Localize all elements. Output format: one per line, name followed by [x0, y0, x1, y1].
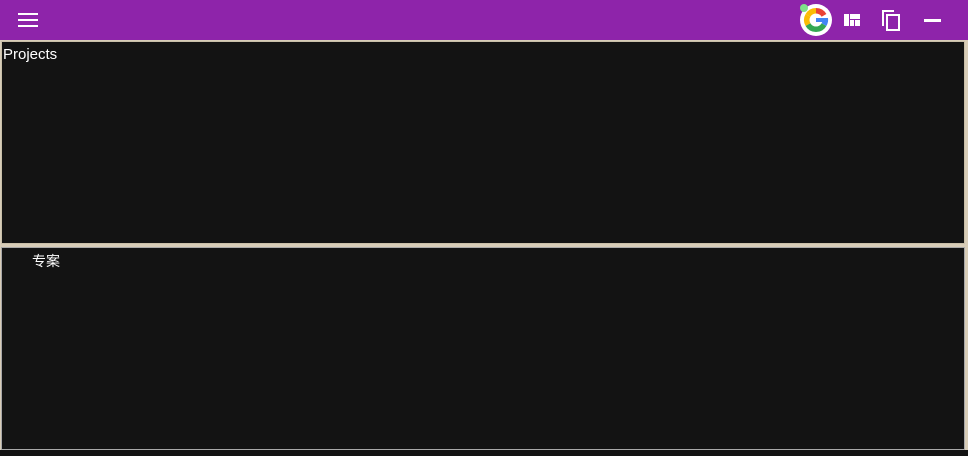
copy-icon	[882, 10, 900, 31]
dashboard-layout-icon	[844, 14, 860, 26]
google-account-button[interactable]	[799, 3, 833, 37]
projects-panel: Projects	[1, 41, 965, 244]
hamburger-menu-icon	[18, 13, 38, 27]
minimize-icon	[924, 19, 941, 22]
layout-button[interactable]	[838, 6, 866, 34]
google-account-icon	[800, 4, 832, 36]
bottom-edge	[0, 450, 968, 456]
chinese-projects-panel: 专案	[1, 247, 965, 450]
menu-button[interactable]	[12, 8, 44, 32]
minimize-button[interactable]	[918, 6, 946, 34]
panel-title-projects: Projects	[3, 46, 58, 63]
copy-button[interactable]	[877, 6, 905, 34]
panel-title-chinese: 专案	[32, 253, 60, 269]
top-app-bar	[0, 0, 968, 40]
